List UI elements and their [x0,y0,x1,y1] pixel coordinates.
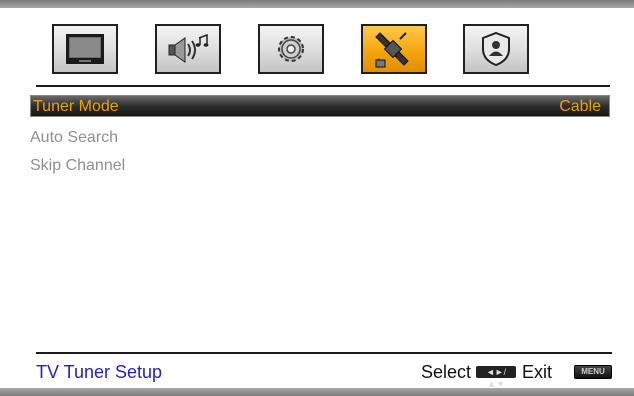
key-hints: Select ◄►/▲▼ Exit MENU [420,361,612,389]
tv-picture-icon [66,34,104,64]
top-frame-bar [0,0,634,8]
menu-item-auto-search[interactable]: Auto Search [30,127,610,149]
lock-shield-icon [482,31,510,67]
bottom-frame-bar [0,388,634,396]
navigation-keys-icon: ◄►/▲▼ [475,366,516,389]
tab-tuner[interactable] [361,24,427,74]
menu-item-label: Auto Search [30,129,119,146]
tab-audio[interactable] [155,24,221,74]
menu-key-icon: MENU [574,365,612,379]
speaker-music-icon [168,33,209,63]
tab-lock[interactable] [463,24,529,74]
page-title: TV Tuner Setup [36,362,163,382]
menu-item-skip-channel[interactable]: Skip Channel [30,155,610,177]
select-hint-label: Select [420,361,471,382]
menu-bottom-divider [36,352,612,354]
menu-top-divider [36,85,610,87]
menu-item-label: Tuner Mode [33,98,119,115]
menu-item-tuner-mode[interactable]: Tuner Mode Cable [30,95,610,117]
satellite-icon [375,32,409,68]
menu-item-value: Cable [559,98,601,115]
exit-hint-label: Exit [521,361,552,382]
tab-setup[interactable] [258,24,324,74]
gear-icon [278,36,304,62]
tab-picture[interactable] [52,24,118,74]
menu-item-label: Skip Channel [30,157,126,174]
